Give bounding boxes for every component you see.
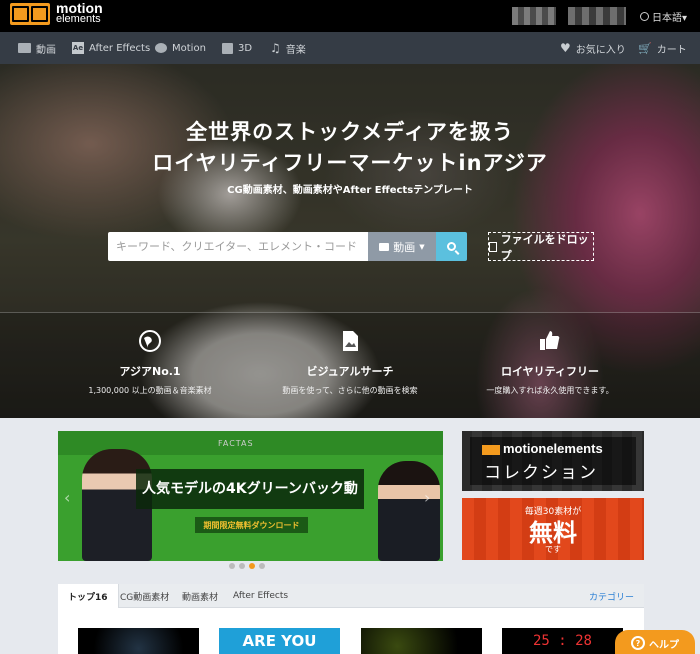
redacted-username (512, 7, 556, 25)
carousel-dot[interactable] (229, 563, 235, 569)
tab-after-effects[interactable]: After Effects (233, 584, 288, 608)
logo-text-line2: elements (56, 13, 101, 25)
tab-video[interactable]: 動画素材 (182, 584, 218, 608)
carousel-dots (229, 563, 265, 569)
feature-desc: 1,300,000 以上の動画＆音楽素材 (88, 386, 212, 395)
nav-item-favorites[interactable]: ♥ お気に入り (560, 32, 626, 64)
search-type-dropdown[interactable]: 動画 ▼ (368, 232, 436, 261)
language-label: 日本語▾ (652, 13, 688, 24)
nav-item-video[interactable]: 動画 (18, 32, 56, 64)
after-effects-icon: Ae (72, 42, 84, 54)
carousel-next-icon[interactable]: › (424, 489, 436, 507)
music-note-icon: ♫ (270, 41, 281, 55)
cart-label: カート (656, 44, 687, 56)
collection-title: コレクション (484, 463, 598, 483)
carousel-dot[interactable] (239, 563, 245, 569)
tabs-bar: トップ16 CG動画素材 動画素材 After Effects カテゴリー (58, 584, 644, 608)
model-image-right (378, 461, 440, 561)
thumbnail-4[interactable]: 25 : 28 (502, 628, 623, 654)
features-strip: アジアNo.1 1,300,000 以上の動画＆音楽素材 ビジュアルサーチ 動画… (0, 312, 700, 418)
feature-title: アジアNo.1 (119, 365, 181, 378)
nav-item-cart[interactable]: 🛒 カート (638, 32, 687, 64)
redacted-account (568, 7, 626, 25)
tab-cg-video[interactable]: CG動画素材 (120, 584, 169, 608)
help-button[interactable]: ? ヘルプ (615, 630, 695, 654)
tab-top16[interactable]: トップ16 (58, 584, 119, 608)
top-bar: motion elements 日本語▾ (0, 0, 700, 32)
thumbnail-2[interactable]: ARE YOU (219, 628, 340, 654)
banner-cta-button[interactable]: 期間限定無料ダウンロード (195, 517, 308, 533)
nav-item-motion[interactable]: Motion (155, 32, 206, 64)
file-drop-label: ファイルをドロップ (500, 232, 589, 262)
logo-mark-icon (482, 444, 500, 455)
motion-icon (155, 43, 167, 53)
collection-banner[interactable]: motionelements コレクション (462, 431, 644, 491)
logo-mark-icon (10, 3, 50, 25)
file-drop-button[interactable]: ファイルをドロップ (488, 232, 594, 262)
help-label: ヘルプ (649, 639, 679, 651)
category-nav: 動画 Ae After Effects Motion 3D ♫ 音楽 ♥ お気に… (0, 32, 700, 64)
nav-label: 動画 (36, 44, 56, 56)
top-items-panel: トップ16 CG動画素材 動画素材 After Effects カテゴリー AR… (58, 584, 644, 654)
image-file-icon (343, 331, 358, 351)
nav-label: Motion (172, 42, 206, 54)
cart-icon: 🛒 (638, 41, 652, 55)
nav-label: 音楽 (285, 44, 306, 56)
globe-icon (139, 330, 161, 352)
hero-title-line1: 全世界のストックメディアを扱う (186, 120, 514, 144)
search-type-label: 動画 (393, 240, 416, 254)
site-logo[interactable]: motion elements (10, 1, 103, 25)
free-banner-line2: 無料 (529, 519, 577, 547)
carousel-dot[interactable] (259, 563, 265, 569)
nav-label: 3D (238, 42, 253, 54)
search-input[interactable] (108, 232, 368, 261)
hero-title-line2: ロイヤリティフリーマーケットinアジア (152, 151, 548, 175)
language-selector[interactable]: 日本語▾ (640, 9, 687, 24)
video-camera-icon (18, 43, 31, 53)
free-weekly-banner[interactable]: 毎週30素材が 無料 です (462, 498, 644, 560)
banner-logo: FACTAS (218, 439, 254, 448)
carousel-dot-active[interactable] (249, 563, 255, 569)
chevron-down-icon: ▼ (419, 242, 425, 251)
feature-title: ロイヤリティフリー (500, 365, 599, 378)
question-icon: ? (631, 636, 645, 650)
cube-icon (222, 42, 233, 54)
feature-desc: 動画を使って、さらに他の動画を検索 (282, 386, 418, 395)
search-icon (447, 242, 456, 251)
hero-subtitle: CG動画素材、動画素材やAfter Effectsテンプレート (227, 185, 473, 196)
favorites-label: お気に入り (575, 44, 626, 56)
banner-headline: 人気モデルの4Kグリーンバック動 (136, 469, 364, 509)
nav-item-music[interactable]: ♫ 音楽 (270, 32, 306, 64)
thumbs-up-icon (540, 331, 560, 350)
feature-visual-search: ビジュアルサーチ 動画を使って、さらに他の動画を検索 (250, 313, 450, 396)
nav-label: After Effects (89, 42, 151, 54)
thumbnail-1[interactable] (78, 628, 199, 654)
promo-carousel-banner[interactable]: FACTAS 人気モデルの4Kグリーンバック動 期間限定無料ダウンロード ‹ › (58, 431, 443, 561)
feature-asia-no1: アジアNo.1 1,300,000 以上の動画＆音楽素材 (50, 313, 250, 396)
heart-icon: ♥ (560, 41, 571, 55)
video-camera-icon (379, 242, 390, 251)
nav-item-after-effects[interactable]: Ae After Effects (72, 32, 150, 64)
feature-royalty-free: ロイヤリティフリー 一度購入すれば永久使用できます。 (450, 313, 650, 396)
hero-section: 全世界のストックメディアを扱う ロイヤリティフリーマーケットinアジア CG動画… (0, 64, 700, 418)
free-banner-line3: です (545, 545, 561, 554)
nav-item-3d[interactable]: 3D (222, 32, 252, 64)
globe-icon (640, 12, 649, 21)
feature-desc: 一度購入すれば永久使用できます。 (486, 386, 614, 395)
collection-brand: motionelements (482, 441, 603, 456)
image-file-icon (489, 241, 497, 252)
thumbnail-3[interactable] (361, 628, 482, 654)
search-button[interactable] (436, 232, 467, 261)
category-link[interactable]: カテゴリー (589, 584, 634, 608)
feature-title: ビジュアルサーチ (306, 365, 394, 378)
carousel-prev-icon[interactable]: ‹ (64, 489, 76, 507)
